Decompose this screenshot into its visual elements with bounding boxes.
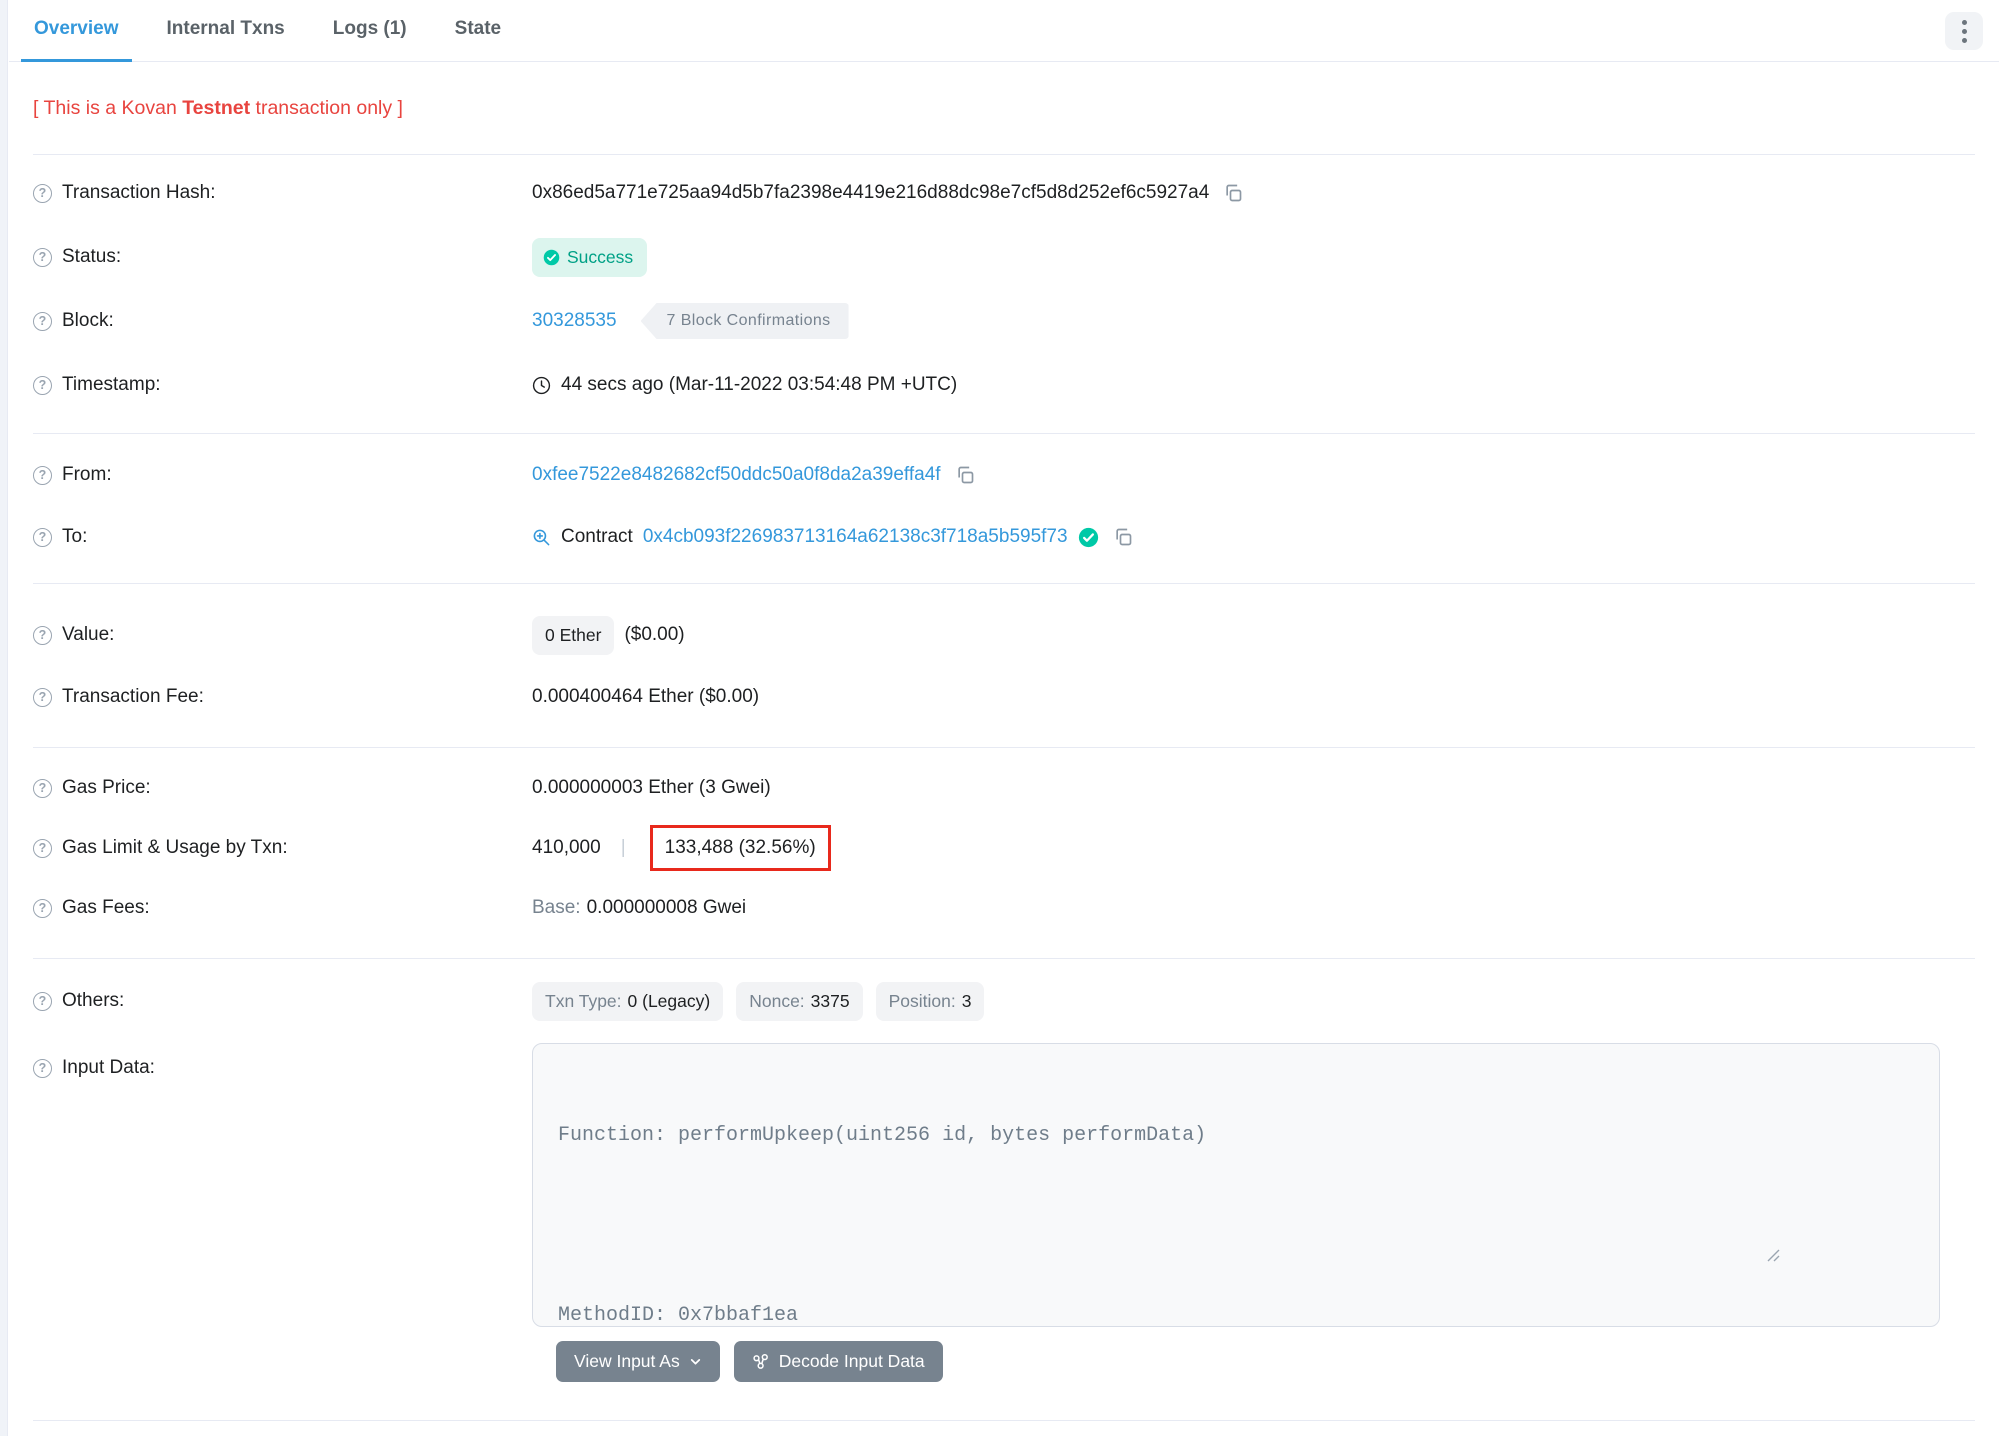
gas-usage-annotation-box: 133,488 (32.56%) [649, 825, 831, 871]
block-label: Block: [62, 310, 114, 331]
tab-overview[interactable]: Overview [21, 0, 132, 62]
from-address-link[interactable]: 0xfee7522e8482682cf50ddc50a0f8da2a39effa… [532, 464, 941, 486]
magnifier-plus-icon[interactable] [532, 528, 551, 547]
transaction-hash-value: 0x86ed5a771e725aa94d5b7fa2398e4419e216d8… [532, 182, 1210, 203]
status-badge: Success [532, 237, 648, 277]
gas-price-label: Gas Price: [62, 777, 151, 798]
row-from: ? From: 0xfee7522e8482682cf50ddc50a0f8da… [33, 444, 1975, 506]
row-transaction-hash: ? Transaction Hash: 0x86ed5a771e725aa94d… [33, 161, 1975, 225]
separator: | [620, 837, 626, 858]
to-address-link[interactable]: 0x4cb093f226983713164a62138c3f718a5b595f… [643, 526, 1068, 548]
ether-value-badge: 0 Ether [532, 615, 615, 655]
row-input-data: ? Input Data: Function: performUpkeep(ui… [33, 1043, 1975, 1327]
row-others: ? Others: Txn Type: 0 (Legacy) Nonce: 3375… [33, 971, 1975, 1031]
input-data-textarea[interactable]: Function: performUpkeep(uint256 id, byte… [532, 1043, 1940, 1327]
status-label: Status: [62, 246, 122, 267]
copy-icon[interactable] [955, 465, 975, 485]
row-to: ? To: Contract 0x4cb093f226983713164a621… [33, 506, 1975, 568]
tab-internal-txns[interactable]: Internal Txns [154, 0, 298, 62]
base-fee-value: 0.000000008 Gwei [586, 897, 747, 918]
timestamp-label: Timestamp: [62, 374, 161, 395]
transaction-fee-label: Transaction Fee: [62, 686, 204, 707]
help-icon[interactable]: ? [33, 625, 52, 645]
position-badge: Position: 3 [875, 981, 985, 1021]
kebab-icon [1961, 19, 1967, 25]
view-input-as-button[interactable]: View Input As [556, 1341, 720, 1382]
block-confirmations-badge: 7 Block Confirmations [640, 303, 849, 339]
others-label: Others: [62, 990, 125, 1011]
base-fee-label: Base: [532, 897, 581, 918]
row-gas-fees: ? Gas Fees: Base: 0.000000008 Gwei [33, 878, 1975, 938]
value-label: Value: [62, 624, 115, 645]
row-value: ? Value: 0 Ether ($0.00) [33, 604, 1975, 666]
from-label: From: [62, 464, 112, 485]
help-icon[interactable]: ? [33, 465, 52, 485]
row-status: ? Status: Success [33, 225, 1975, 289]
gas-usage-value: 133,488 (32.56%) [664, 837, 816, 858]
copy-icon[interactable] [1223, 183, 1243, 203]
row-gas-limit-usage: ? Gas Limit & Usage by Txn: 410,000 | 13… [33, 818, 1975, 878]
transaction-card: Overview Internal Txns Logs (1) State [ … [9, 0, 1999, 1436]
help-icon[interactable]: ? [33, 311, 52, 331]
help-icon[interactable]: ? [33, 838, 52, 858]
value-usd: ($0.00) [624, 624, 685, 645]
gas-price-value: 0.000000003 Ether (3 Gwei) [532, 777, 771, 798]
help-icon[interactable]: ? [33, 183, 52, 203]
help-icon[interactable]: ? [33, 687, 52, 707]
verified-check-icon [1078, 527, 1098, 547]
row-transaction-fee: ? Transaction Fee: 0.000400464 Ether ($0… [33, 666, 1975, 728]
input-methodid-line: MethodID: 0x7bbaf1ea [558, 1304, 799, 1327]
decode-icon [753, 1353, 768, 1369]
to-contract-prefix: Contract [561, 526, 633, 547]
row-block: ? Block: 30328535 7 Block Confirmations [33, 289, 1975, 353]
testnet-notice: [ This is a Kovan Testnet transaction on… [33, 97, 403, 119]
transaction-fee-value: 0.000400464 Ether ($0.00) [532, 686, 760, 707]
input-data-label: Input Data: [62, 1057, 155, 1078]
help-icon[interactable]: ? [33, 991, 52, 1011]
txn-type-badge: Txn Type: 0 (Legacy) [532, 981, 724, 1021]
decode-input-data-button[interactable]: Decode Input Data [733, 1341, 943, 1382]
transaction-hash-label: Transaction Hash: [62, 182, 216, 203]
help-icon[interactable]: ? [33, 898, 52, 918]
clock-icon [532, 376, 551, 394]
input-function-line: Function: performUpkeep(uint256 id, byte… [558, 1124, 1207, 1147]
help-icon[interactable]: ? [33, 1058, 52, 1078]
page-left-edge [0, 0, 8, 1436]
help-icon[interactable]: ? [33, 247, 52, 267]
help-icon[interactable]: ? [33, 778, 52, 798]
tab-state[interactable]: State [442, 0, 514, 62]
gas-limit-value: 410,000 [532, 837, 601, 858]
resize-handle[interactable] [1767, 1189, 1935, 1322]
copy-icon[interactable] [1113, 527, 1133, 547]
gas-limit-label: Gas Limit & Usage by Txn: [62, 837, 288, 858]
chevron-down-icon [690, 1359, 700, 1365]
help-icon[interactable]: ? [33, 527, 52, 547]
row-timestamp: ? Timestamp: 44 secs ago (Mar-11-2022 03… [33, 353, 1975, 417]
to-label: To: [62, 526, 88, 547]
block-number-link[interactable]: 30328535 [532, 310, 617, 332]
gas-fees-label: Gas Fees: [62, 897, 150, 918]
help-icon[interactable]: ? [33, 375, 52, 395]
row-gas-price: ? Gas Price: 0.000000003 Ether (3 Gwei) [33, 758, 1975, 818]
timestamp-value: 44 secs ago (Mar-11-2022 03:54:48 PM +UT… [561, 374, 958, 395]
nonce-badge: Nonce: 3375 [736, 981, 863, 1021]
tab-bar: Overview Internal Txns Logs (1) State [9, 0, 1999, 62]
more-options-button[interactable] [1945, 12, 1983, 50]
check-circle-icon [543, 249, 560, 265]
tab-logs[interactable]: Logs (1) [320, 0, 420, 62]
